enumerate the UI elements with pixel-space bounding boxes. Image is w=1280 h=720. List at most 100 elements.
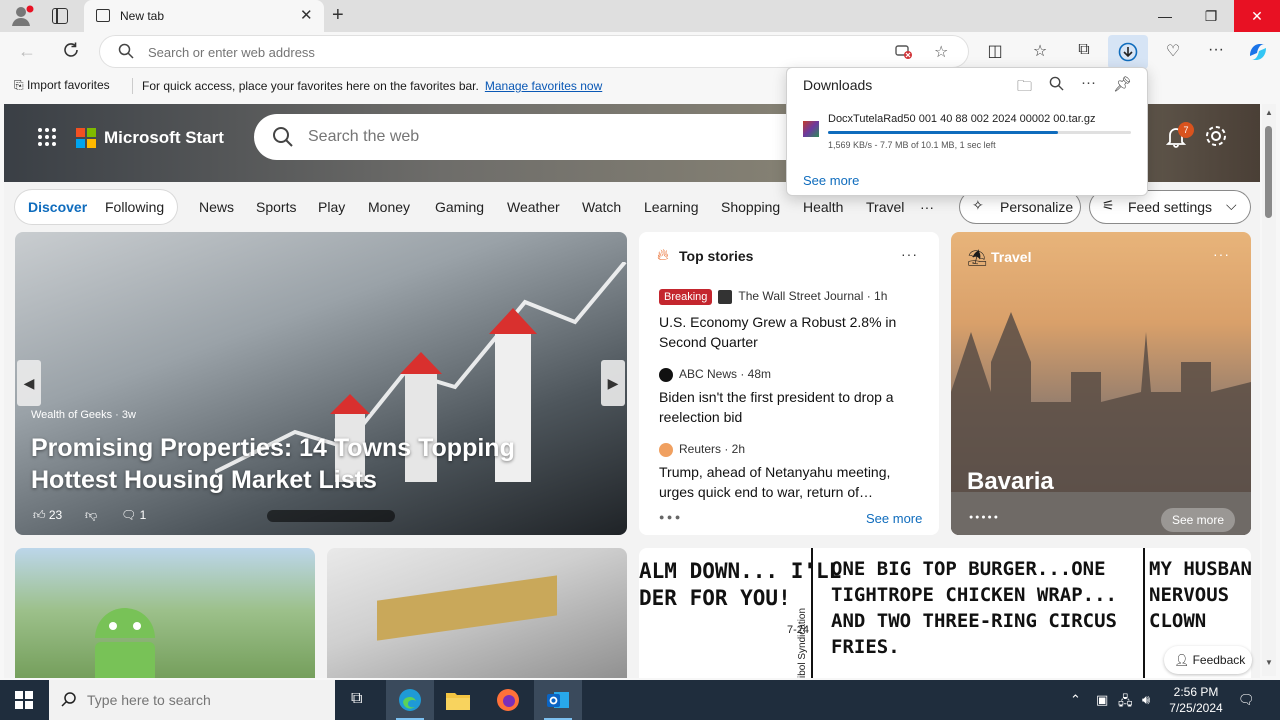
task-view-button[interactable]: ⧉: [336, 680, 384, 720]
top-stories-more-icon[interactable]: ···: [901, 246, 918, 262]
mailbox-tile[interactable]: [327, 548, 627, 678]
story-source[interactable]: Reuters · 2h: [659, 442, 745, 457]
downloads-see-more[interactable]: See more: [803, 173, 859, 188]
address-bar[interactable]: ☆: [100, 36, 968, 67]
top-stories-title[interactable]: Top stories: [679, 248, 753, 264]
pager-dots[interactable]: ● ● ●: [659, 512, 680, 522]
new-tab-button[interactable]: +: [332, 4, 344, 27]
page-settings-gear-icon[interactable]: [1204, 124, 1228, 153]
downloads-button[interactable]: [1108, 35, 1148, 69]
tab-actions-icon[interactable]: [52, 8, 68, 24]
story-headline[interactable]: Trump, ahead of Netanyahu meeting, urges…: [659, 462, 919, 502]
title-bar: New tab ✕ + — ❐ ✕: [0, 0, 1280, 32]
volume-icon[interactable]: 🔊︎: [1142, 692, 1150, 708]
browser-essentials-icon[interactable]: ♡: [1162, 41, 1184, 61]
taskbar-search[interactable]: [49, 680, 335, 720]
scroll-down-icon[interactable]: ▼: [1265, 658, 1273, 667]
close-tab-icon[interactable]: ✕: [300, 6, 313, 24]
manage-favorites-link[interactable]: Manage favorites now: [485, 79, 602, 93]
downloads-title: Downloads: [803, 77, 873, 93]
tab-following[interactable]: Following: [105, 199, 164, 215]
feedback-button[interactable]: 👤︎ Feedback: [1164, 646, 1252, 674]
network-icon[interactable]: 🖧︎: [1118, 692, 1133, 714]
nav-watch[interactable]: Watch: [582, 199, 621, 215]
like-button[interactable]: 👍︎ 23: [33, 508, 62, 523]
settings-more-icon[interactable]: ···: [1205, 41, 1227, 59]
pin-icon[interactable]: 📌︎: [1113, 75, 1132, 93]
favorite-star-icon[interactable]: ☆: [934, 42, 948, 62]
travel-place[interactable]: Bavaria: [967, 468, 1054, 496]
nav-learning[interactable]: Learning: [644, 199, 699, 215]
download-file-name[interactable]: DocxTutelaRad50 001 40 88 002 2024 00002…: [828, 113, 1095, 125]
browser-toolbar: ← ☆ ◫ ☆ ⧉ ♡ ···: [0, 32, 1280, 72]
android-statues-tile[interactable]: [15, 548, 315, 678]
split-screen-icon[interactable]: ◫: [984, 41, 1006, 61]
app-launcher-icon[interactable]: [38, 128, 56, 146]
nav-play[interactable]: Play: [318, 199, 345, 215]
tracking-prevention-icon[interactable]: [894, 42, 912, 65]
top-stories-see-more[interactable]: See more: [866, 511, 922, 526]
copilot-icon[interactable]: [1247, 41, 1269, 68]
dislike-button[interactable]: 👎︎: [85, 508, 97, 523]
nav-travel[interactable]: Travel: [866, 199, 904, 215]
nav-weather[interactable]: Weather: [507, 199, 560, 215]
refresh-button[interactable]: [62, 41, 80, 64]
taskbar-outlook[interactable]: [534, 680, 582, 720]
minimize-button[interactable]: —: [1142, 0, 1188, 32]
notifications-icon[interactable]: 🗨︎: [1238, 692, 1255, 708]
travel-more-icon[interactable]: ···: [1213, 246, 1230, 262]
tab-new-tab[interactable]: New tab ✕: [84, 0, 324, 32]
show-hidden-icons-chevron-icon[interactable]: ⌃: [1070, 692, 1081, 708]
system-clock[interactable]: 2:56 PM 7/25/2024: [1164, 684, 1228, 716]
carousel-next-button[interactable]: ▶: [601, 360, 625, 406]
clock-time: 2:56 PM: [1173, 685, 1219, 699]
device-icon[interactable]: ▣: [1096, 692, 1108, 708]
web-search-input[interactable]: [308, 126, 788, 148]
collections-icon[interactable]: ⧉: [1073, 41, 1095, 59]
travel-card[interactable]: ⛱ Travel ··· Bavaria ● ● ● ● ● See more: [951, 232, 1251, 535]
favorites-icon[interactable]: ☆: [1029, 41, 1051, 61]
story-source[interactable]: Breaking The Wall Street Journal · 1h: [659, 289, 887, 305]
nav-health[interactable]: Health: [803, 199, 843, 215]
story-source[interactable]: ABC News · 48m: [659, 367, 771, 382]
carousel-prev-button[interactable]: ◀: [17, 360, 41, 406]
travel-see-more[interactable]: See more: [1161, 508, 1235, 532]
start-button[interactable]: [0, 680, 48, 720]
close-window-button[interactable]: ✕: [1234, 0, 1280, 32]
taskbar-firefox[interactable]: [484, 680, 532, 720]
carousel-indicator[interactable]: [267, 510, 395, 522]
address-input[interactable]: [148, 42, 848, 62]
feedback-label: Feedback: [1192, 653, 1246, 667]
nav-money[interactable]: Money: [368, 199, 410, 215]
taskbar-search-input[interactable]: [87, 691, 317, 709]
scroll-thumb[interactable]: [1265, 126, 1272, 218]
open-folder-icon[interactable]: 🗀︎: [1017, 76, 1032, 101]
restore-button[interactable]: ❐: [1188, 0, 1234, 32]
hero-card[interactable]: ◀ ▶ Wealth of Geeks · 3w Promising Prope…: [15, 232, 627, 535]
tab-discover[interactable]: Discover: [28, 199, 87, 215]
page-scrollbar[interactable]: ▲ ▼: [1262, 104, 1276, 676]
nav-gaming[interactable]: Gaming: [435, 199, 484, 215]
comic-tile[interactable]: ALM DOWN... I'LL DER FOR YOU! ibol Syndi…: [639, 548, 1251, 678]
scroll-up-icon[interactable]: ▲: [1265, 108, 1273, 117]
search-icon[interactable]: [1049, 76, 1064, 96]
profile-icon[interactable]: [10, 5, 34, 27]
taskbar-edge[interactable]: [386, 680, 434, 720]
story-headline[interactable]: U.S. Economy Grew a Robust 2.8% in Secon…: [659, 312, 919, 352]
hero-source[interactable]: Wealth of Geeks · 3w: [31, 409, 136, 421]
nav-news[interactable]: News: [199, 199, 234, 215]
more-options-icon[interactable]: ···: [1081, 74, 1096, 91]
nav-shopping[interactable]: Shopping: [721, 199, 780, 215]
taskbar-file-explorer[interactable]: [434, 680, 482, 720]
import-favorites-button[interactable]: ⎘ Import favorites: [14, 78, 110, 93]
comments-button[interactable]: 🗨︎ 1: [121, 508, 146, 522]
back-button[interactable]: ←: [18, 41, 36, 62]
story-headline[interactable]: Biden isn't the first president to drop …: [659, 387, 919, 427]
brand-title[interactable]: Microsoft Start: [104, 128, 224, 148]
nav-more-icon[interactable]: ···: [920, 199, 934, 215]
web-search-box[interactable]: [254, 114, 814, 160]
nav-sports[interactable]: Sports: [256, 199, 296, 215]
pager-dots[interactable]: ● ● ● ● ●: [969, 514, 998, 521]
beach-umbrella-icon: ⛱: [967, 250, 988, 267]
hero-headline[interactable]: Promising Properties: 14 Towns Topping H…: [31, 432, 591, 496]
